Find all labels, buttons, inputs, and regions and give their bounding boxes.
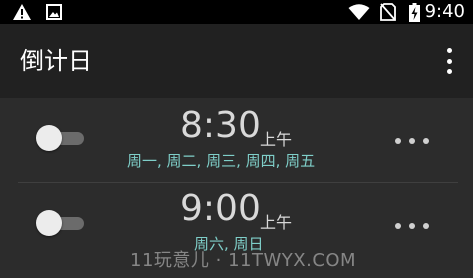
wifi-icon (346, 0, 372, 24)
app-bar: 倒计日 (0, 24, 473, 98)
alarm-repeat-days: 周一, 周二, 周三, 周四, 周五 (127, 152, 316, 170)
alarm-toggle[interactable] (36, 125, 86, 151)
alarm-time: 9:00 (180, 188, 261, 229)
status-bar: 9:40 (0, 0, 473, 24)
status-time: 9:40 (424, 1, 465, 22)
alarm-time: 8:30 (180, 105, 261, 146)
more-options-icon[interactable] (395, 135, 429, 147)
alarm-time-group[interactable]: 9:00 上午 (180, 188, 320, 233)
warning-icon (10, 0, 34, 24)
watermark: 11玩意儿 · 11TWYX.COM (130, 250, 357, 271)
alarm-item: 8:30 上午 周一, 周二, 周三, 周四, 周五 (0, 98, 473, 182)
alarm-toggle[interactable] (36, 210, 86, 236)
alarm-ampm: 上午 (260, 130, 293, 149)
alarm-time-group[interactable]: 8:30 上午 (180, 105, 320, 150)
no-sim-icon (378, 0, 398, 24)
image-icon (44, 0, 64, 24)
battery-charging-icon (406, 0, 422, 24)
app-title: 倒计日 (20, 47, 92, 75)
more-options-icon[interactable] (395, 220, 429, 232)
alarm-ampm: 上午 (260, 213, 293, 232)
more-vert-icon[interactable] (437, 48, 461, 74)
